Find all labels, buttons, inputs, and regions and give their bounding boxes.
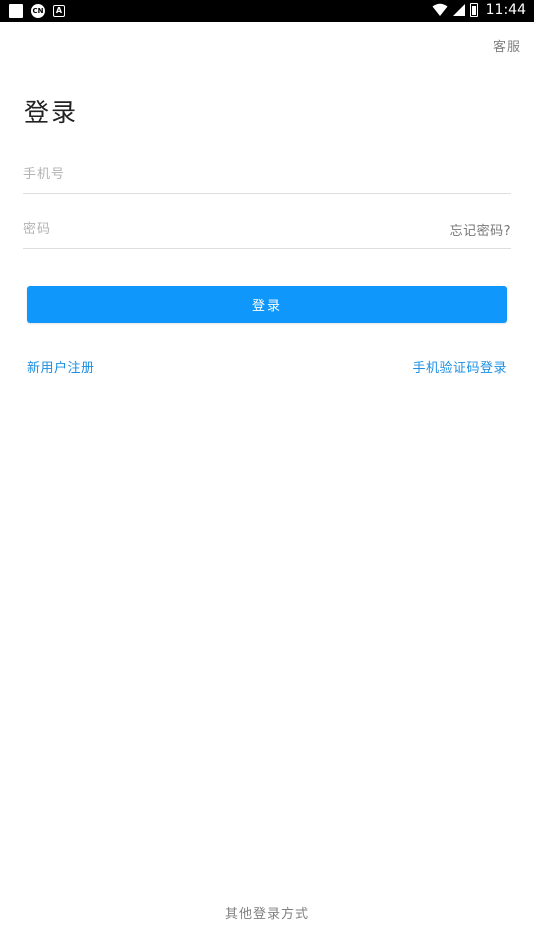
phone-field <box>23 156 511 194</box>
phone-input[interactable] <box>23 156 511 192</box>
forgot-password-link[interactable]: 忘记密码? <box>450 220 511 239</box>
other-login-methods[interactable]: 其他登录方式 <box>0 903 534 922</box>
page-title: 登录 <box>24 98 79 127</box>
app-circle-icon: CN <box>31 4 45 18</box>
customer-service-link[interactable]: 客服 <box>493 36 521 55</box>
cell-signal-icon <box>452 4 465 16</box>
sms-login-link[interactable]: 手机验证码登录 <box>412 357 507 376</box>
wifi-icon <box>432 3 448 16</box>
login-button[interactable]: 登录 <box>27 286 507 323</box>
notification-square-icon <box>9 4 23 18</box>
status-bar: CN A 11:44 <box>0 0 534 22</box>
status-time: 11:44 <box>485 2 526 18</box>
login-screen: CN A 11:44 客服 登录 忘记密码? 登录 新用户注册 手机验证码登录 … <box>0 0 534 950</box>
password-field: 忘记密码? <box>23 211 511 249</box>
register-link[interactable]: 新用户注册 <box>27 357 95 376</box>
password-input[interactable] <box>23 211 403 247</box>
battery-icon <box>469 3 478 17</box>
status-bar-notifications: CN A <box>9 4 65 18</box>
status-bar-system: 11:44 <box>432 2 526 18</box>
font-a-icon: A <box>53 5 65 17</box>
